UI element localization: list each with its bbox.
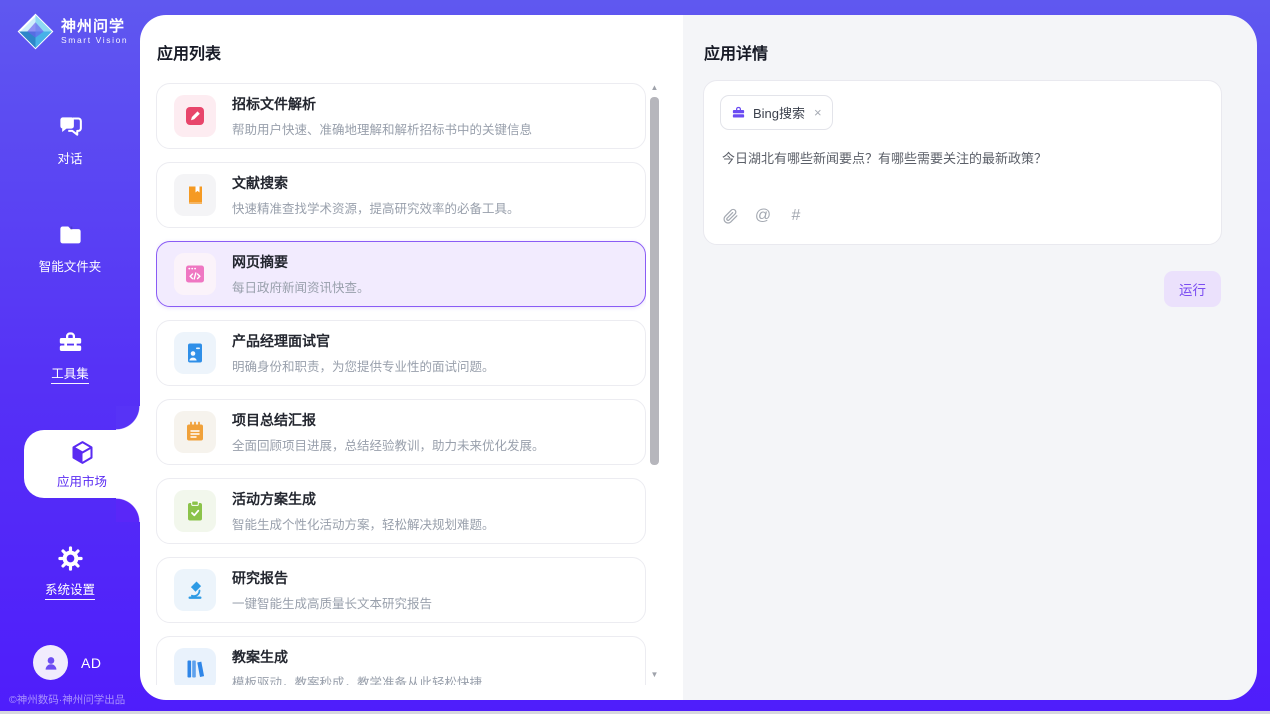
resume-icon bbox=[174, 332, 216, 374]
app-card-desc: 一键智能生成高质量长文本研究报告 bbox=[232, 593, 432, 612]
user-name: AD bbox=[81, 655, 101, 671]
chat-icon bbox=[57, 114, 84, 141]
brand-name: 神州问学 bbox=[61, 18, 128, 35]
sidebar-item-settings[interactable]: 系统设置 bbox=[0, 518, 140, 626]
run-button[interactable]: 运行 bbox=[1164, 271, 1221, 307]
hash-icon[interactable]: # bbox=[787, 207, 805, 225]
app-card-desc: 明确身份和职责，为您提供专业性的面试问题。 bbox=[232, 356, 495, 375]
app-card[interactable]: 项目总结汇报全面回顾项目进展，总结经验教训，助力未来优化发展。 bbox=[156, 399, 646, 465]
scroll-up-icon[interactable]: ▲ bbox=[649, 83, 660, 93]
brand-logo: 神州问学 Smart Vision bbox=[17, 13, 128, 50]
prompt-toolbar: @# bbox=[721, 207, 805, 225]
toolbox-icon bbox=[57, 329, 84, 356]
pen-square-icon bbox=[174, 95, 216, 137]
sidebar-item-label: 对话 bbox=[57, 148, 82, 167]
gear-icon bbox=[57, 545, 84, 572]
avatar bbox=[33, 645, 68, 680]
tool-chip-bing-search[interactable]: Bing搜索 × bbox=[720, 95, 833, 130]
cube-icon bbox=[69, 439, 96, 466]
microscope-icon bbox=[174, 569, 216, 611]
diamond-logo-icon bbox=[17, 13, 54, 50]
app-card-desc: 智能生成个性化活动方案，轻松解决规划难题。 bbox=[232, 514, 495, 533]
sidebar-item-label: 应用市场 bbox=[57, 471, 107, 490]
browser-code-icon bbox=[174, 253, 216, 295]
app-card[interactable]: 网页摘要每日政府新闻资讯快查。 bbox=[156, 241, 646, 307]
sidebar-item-label: 系统设置 bbox=[45, 579, 95, 600]
app-card-desc: 全面回顾项目进展，总结经验教训，助力未来优化发展。 bbox=[232, 435, 545, 454]
app-card[interactable]: 产品经理面试官明确身份和职责，为您提供专业性的面试问题。 bbox=[156, 320, 646, 386]
clipboard-check-icon bbox=[174, 490, 216, 532]
scroll-down-icon[interactable]: ▼ bbox=[649, 670, 660, 680]
person-icon bbox=[41, 653, 61, 673]
book-icon bbox=[174, 174, 216, 216]
scrollbar-thumb[interactable] bbox=[650, 97, 659, 465]
app-card-title: 招标文件解析 bbox=[232, 94, 532, 114]
app-card-desc: 快速精准查找学术资源，提高研究效率的必备工具。 bbox=[232, 198, 520, 217]
app-card[interactable]: 教案生成模板驱动，教案秒成，教学准备从此轻松快捷 bbox=[156, 636, 646, 685]
app-list-panel: 应用列表 招标文件解析帮助用户快速、准确地理解和解析招标书中的关键信息文献搜索快… bbox=[140, 15, 683, 700]
folder-icon bbox=[57, 222, 84, 249]
tool-chip-label: Bing搜索 bbox=[753, 103, 805, 122]
app-card-desc: 帮助用户快速、准确地理解和解析招标书中的关键信息 bbox=[232, 119, 532, 138]
app-card-desc: 模板驱动，教案秒成，教学准备从此轻松快捷 bbox=[232, 672, 482, 685]
notepad-icon bbox=[174, 411, 216, 453]
app-card-title: 教案生成 bbox=[232, 647, 482, 667]
app-detail-title: 应用详情 bbox=[704, 40, 768, 64]
sidebar-item-chat[interactable]: 对话 bbox=[0, 86, 140, 194]
app-detail-panel: 应用详情 Bing搜索 × 今日湖北有哪些新闻要点？有哪些需要关注的最新政策？ … bbox=[683, 15, 1257, 700]
sidebar-item-label: 智能文件夹 bbox=[39, 256, 102, 275]
app-list-title: 应用列表 bbox=[157, 40, 221, 64]
app-card-desc: 每日政府新闻资讯快查。 bbox=[232, 277, 370, 296]
books-icon bbox=[174, 648, 216, 685]
app-card[interactable]: 文献搜索快速精准查找学术资源，提高研究效率的必备工具。 bbox=[156, 162, 646, 228]
app-card-title: 项目总结汇报 bbox=[232, 410, 545, 430]
app-card-title: 文献搜索 bbox=[232, 173, 520, 193]
sidebar-item-label: 工具集 bbox=[51, 363, 89, 384]
user-badge[interactable]: AD bbox=[33, 645, 101, 680]
app-card-title: 产品经理面试官 bbox=[232, 331, 495, 351]
app-card[interactable]: 研究报告一键智能生成高质量长文本研究报告 bbox=[156, 557, 646, 623]
chip-close-icon[interactable]: × bbox=[814, 106, 822, 119]
brand-subtitle: Smart Vision bbox=[61, 35, 128, 45]
sidebar-item-app-market[interactable]: 应用市场 bbox=[24, 430, 140, 498]
prompt-input[interactable]: 今日湖北有哪些新闻要点？有哪些需要关注的最新政策？ bbox=[722, 149, 1204, 169]
app-card-title: 网页摘要 bbox=[232, 252, 370, 272]
app-card[interactable]: 招标文件解析帮助用户快速、准确地理解和解析招标书中的关键信息 bbox=[156, 83, 646, 149]
app-list: 招标文件解析帮助用户快速、准确地理解和解析招标书中的关键信息文献搜索快速精准查找… bbox=[156, 83, 646, 685]
app-list-scrollbar: ▲ ▼ bbox=[649, 83, 660, 683]
briefcase-icon bbox=[731, 105, 746, 120]
prompt-card: Bing搜索 × 今日湖北有哪些新闻要点？有哪些需要关注的最新政策？ @# bbox=[703, 80, 1222, 245]
app-card-title: 研究报告 bbox=[232, 568, 432, 588]
sidebar-item-toolset[interactable]: 工具集 bbox=[0, 302, 140, 410]
sidebar-nav: 对话智能文件夹工具集应用市场系统设置 bbox=[0, 86, 140, 626]
sidebar: 神州问学 Smart Vision 对话智能文件夹工具集应用市场系统设置 AD … bbox=[0, 0, 140, 714]
copyright-text: ©神州数码·神州问学出品 bbox=[9, 692, 125, 707]
at-icon[interactable]: @ bbox=[754, 207, 772, 225]
app-card-title: 活动方案生成 bbox=[232, 489, 495, 509]
sidebar-item-smart-folder[interactable]: 智能文件夹 bbox=[0, 194, 140, 302]
app-card[interactable]: 活动方案生成智能生成个性化活动方案，轻松解决规划难题。 bbox=[156, 478, 646, 544]
paperclip-icon[interactable] bbox=[721, 207, 739, 225]
